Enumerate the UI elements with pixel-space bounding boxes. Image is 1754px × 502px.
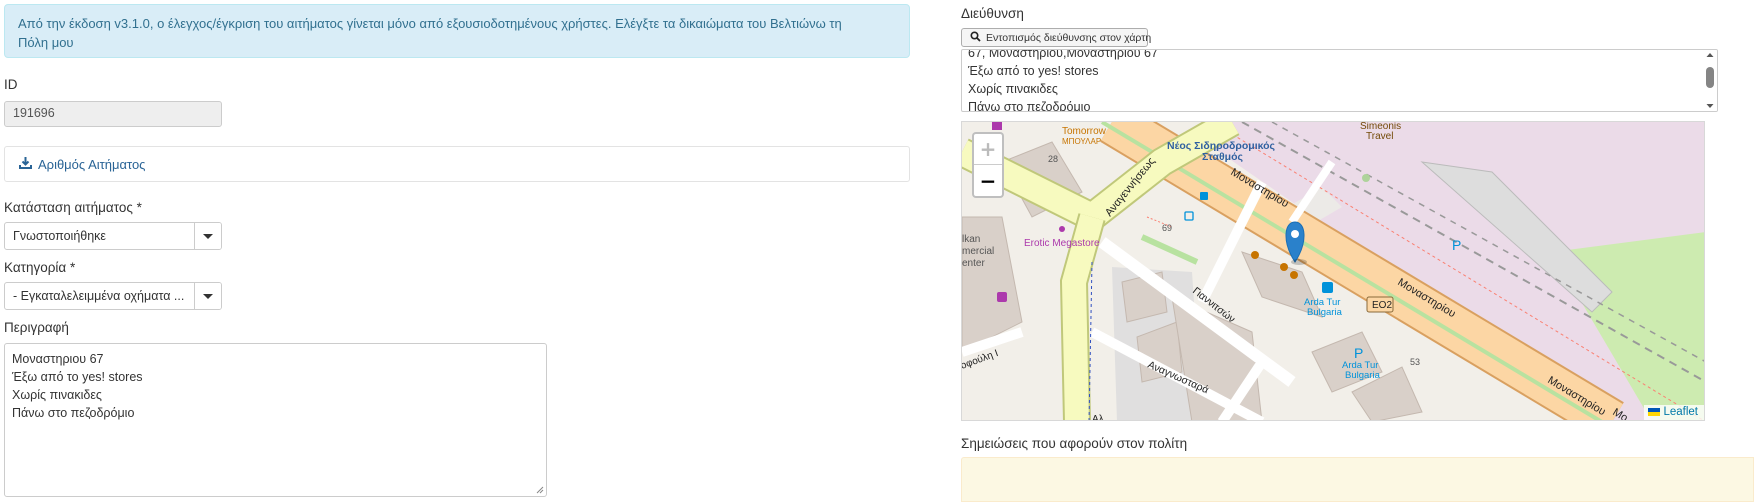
map-tiles[interactable]: Tomorrow ΜΠΟΥΛΑΡ Νέος Σιδηροδρομικός Στα… [962,122,1705,421]
description-line: Πάνω στο πεζοδρόμιο [12,406,135,420]
category-select[interactable]: - Εγκαταλελειμμένα οχήματα ... [4,282,222,310]
alert-text-line2: Πόλη μου [18,35,74,50]
locate-address-button[interactable]: Εντοπισμός διεύθυνσης στον χάρτη [961,28,1152,47]
alert-text-line1: Από την έκδοση v3.1.0, ο έλεγχος/έγκριση… [18,16,842,31]
resize-handle-icon[interactable] [535,485,544,494]
svg-text:Αλ: Αλ [1092,414,1104,421]
id-input: 191696 [4,101,222,127]
scroll-down-arrow-icon [1706,104,1714,108]
zoom-in-button[interactable]: + [974,134,1002,165]
locate-address-label: Εντοπισμός διεύθυνσης στον χάρτη [986,31,1152,44]
svg-text:Bulgaria: Bulgaria [1345,370,1381,381]
address-line: Έξω από το yes! stores [968,64,1099,78]
location-map[interactable]: Tomorrow ΜΠΟΥΛΑΡ Νέος Σιδηροδρομικός Στα… [961,121,1705,421]
description-line: Έξω από το yes! stores [12,370,143,384]
category-select-toggle[interactable] [194,283,221,309]
svg-text:enter: enter [962,258,985,269]
address-textarea[interactable]: 67, Μοναστηρίου,Μοναστηρίου 67 Έξω από τ… [961,49,1718,112]
address-line: Χωρίς πινακιδες [968,82,1058,96]
svg-text:28: 28 [1048,154,1058,164]
permissions-alert: Από την έκδοση v3.1.0, ο έλεγχος/έγκριση… [4,4,910,58]
description-textarea[interactable]: Μοναστηριου 67 Έξω από το yes! stores Χω… [4,343,547,497]
address-line: 67, Μοναστηρίου,Μοναστηρίου 67 [968,49,1158,60]
svg-text:lkan: lkan [962,234,980,245]
status-select[interactable]: Γνωστοποιήθηκε [4,222,222,250]
svg-text:ΕΟ2: ΕΟ2 [1372,300,1392,311]
description-label: Περιγραφή [4,320,69,335]
citizen-notes-label: Σημειώσεις που αφορούν στον πολίτη [961,436,1188,451]
id-label: ID [4,77,18,92]
svg-text:mercial: mercial [962,246,994,257]
svg-text:53: 53 [1410,357,1420,367]
category-label: Κατηγορία * [4,260,76,275]
description-line: Μοναστηριου 67 [12,352,104,366]
description-line: Χωρίς πινακιδες [12,388,102,402]
status-label: Κατάσταση αιτήματος * [4,200,142,215]
download-icon [19,156,32,172]
svg-text:Σταθμός: Σταθμός [1202,151,1243,163]
scroll-up-arrow-icon [1706,53,1714,57]
svg-text:69: 69 [1162,223,1172,233]
request-number-link[interactable]: Αριθμός Αιτήματος [19,156,145,172]
svg-text:ΜΠΟΥΛΑΡ: ΜΠΟΥΛΑΡ [1062,137,1101,146]
request-number-panel: Αριθμός Αιτήματος [4,146,910,182]
caret-down-icon [203,233,213,239]
request-number-label: Αριθμός Αιτήματος [38,156,146,172]
ukraine-flag-icon [1648,408,1661,416]
leaflet-link[interactable]: Leaflet [1663,406,1698,418]
search-icon [970,30,981,45]
category-select-value: - Εγκαταλελειμμένα οχήματα ... [13,289,185,303]
scroll-thumb [1706,67,1714,88]
zoom-out-button[interactable]: − [974,165,1002,196]
status-select-toggle[interactable] [194,223,221,249]
address-scrollbar[interactable] [1703,50,1717,111]
address-label: Διεύθυνση [961,6,1024,21]
svg-text:P: P [1452,237,1461,253]
svg-text:Tomorrow: Tomorrow [1062,126,1107,137]
map-attribution: Leaflet [1644,405,1704,420]
citizen-notes-textarea[interactable] [961,457,1754,502]
svg-text:Bulgaria: Bulgaria [1307,307,1343,318]
svg-text:Erotic Megastore: Erotic Megastore [1024,238,1100,249]
status-select-value: Γνωστοποιήθηκε [13,229,106,243]
caret-down-icon [203,293,213,299]
svg-text:P: P [1354,345,1363,361]
address-line: Πάνω στο πεζοδρόμιο [968,100,1091,112]
map-zoom-control: + − [972,132,1004,198]
svg-text:Travel: Travel [1366,131,1393,142]
